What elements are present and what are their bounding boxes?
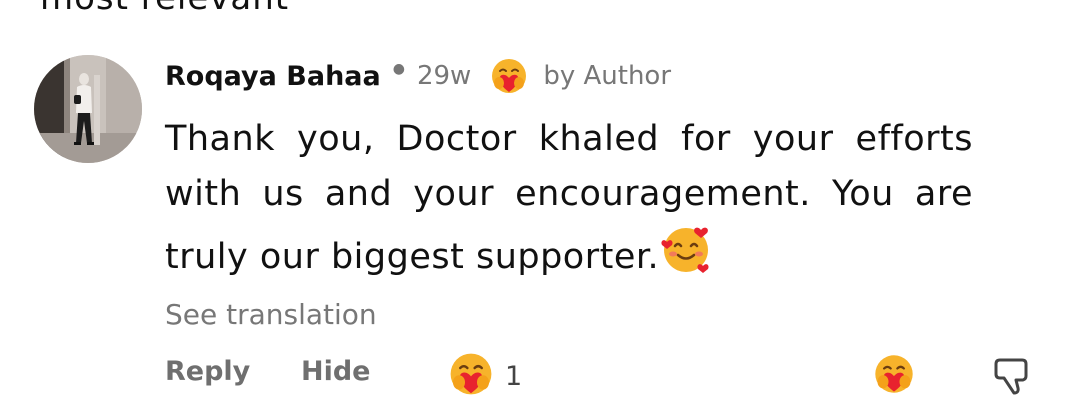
- comment-actions: Reply Hide 1: [0, 350, 1080, 402]
- comment-text: Thank you, Doctor khaled for your effort…: [165, 119, 973, 277]
- hugging-heart-emoji-icon: [489, 56, 529, 96]
- comment-body: Thank you, Doctor khaled for your effort…: [165, 112, 973, 293]
- hugging-heart-emoji-icon: [875, 355, 913, 393]
- reply-button[interactable]: Reply: [165, 356, 250, 387]
- dislike-button[interactable]: [992, 354, 1034, 400]
- reaction-summary[interactable]: 1: [447, 350, 522, 402]
- avatar-photo-icon: [34, 55, 142, 163]
- timestamp: 29w: [416, 61, 472, 91]
- separator-dot: ●: [392, 61, 405, 77]
- previous-comment-text: most relevant: [40, 0, 289, 18]
- author-badge: by Author: [543, 61, 672, 91]
- author-name[interactable]: Roqaya Bahaa: [165, 61, 381, 92]
- reaction-count: 1: [505, 360, 523, 392]
- see-translation-link[interactable]: See translation: [165, 298, 377, 331]
- thumbs-down-icon: [994, 358, 1028, 395]
- react-button[interactable]: [872, 352, 916, 400]
- smiling-face-with-hearts-icon: [659, 222, 713, 293]
- hide-button[interactable]: Hide: [301, 356, 371, 387]
- comment-screen: most relevant Roqaya Bahaa ● 29w: [0, 0, 1080, 408]
- hugging-heart-emoji-icon: [447, 350, 495, 402]
- comment-header: Roqaya Bahaa ● 29w by Author: [165, 54, 671, 98]
- avatar[interactable]: [34, 55, 142, 163]
